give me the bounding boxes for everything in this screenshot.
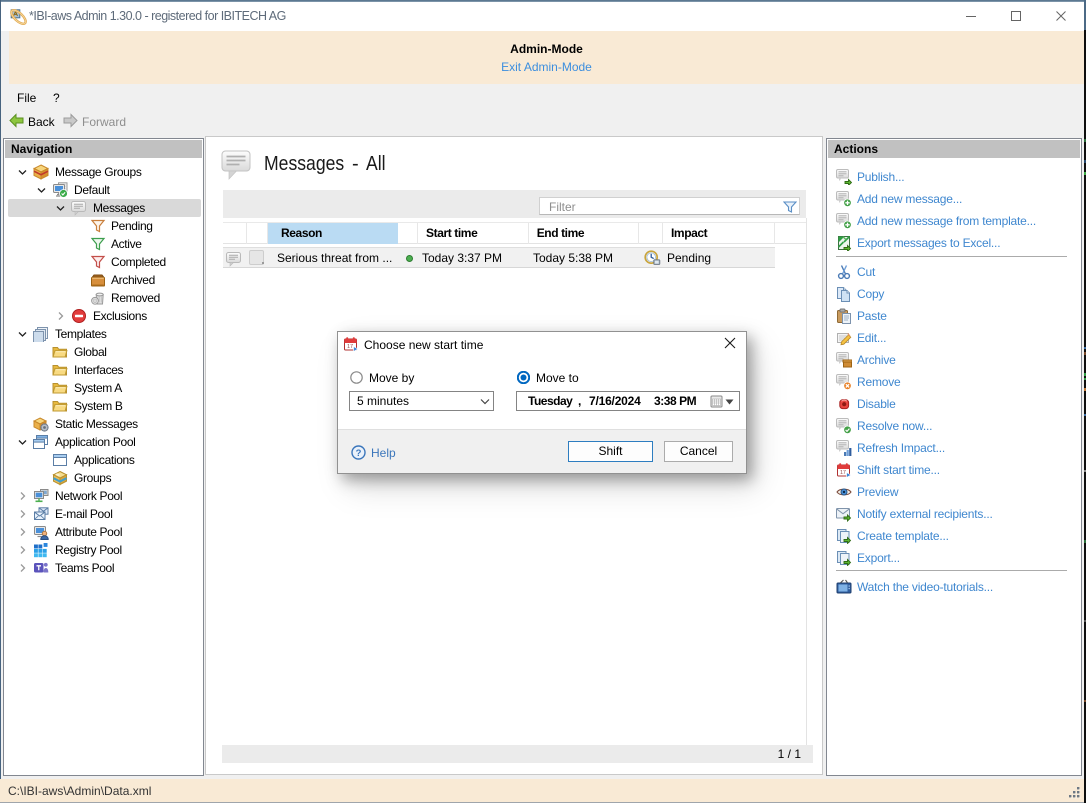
svg-text:?: ?: [356, 448, 362, 459]
